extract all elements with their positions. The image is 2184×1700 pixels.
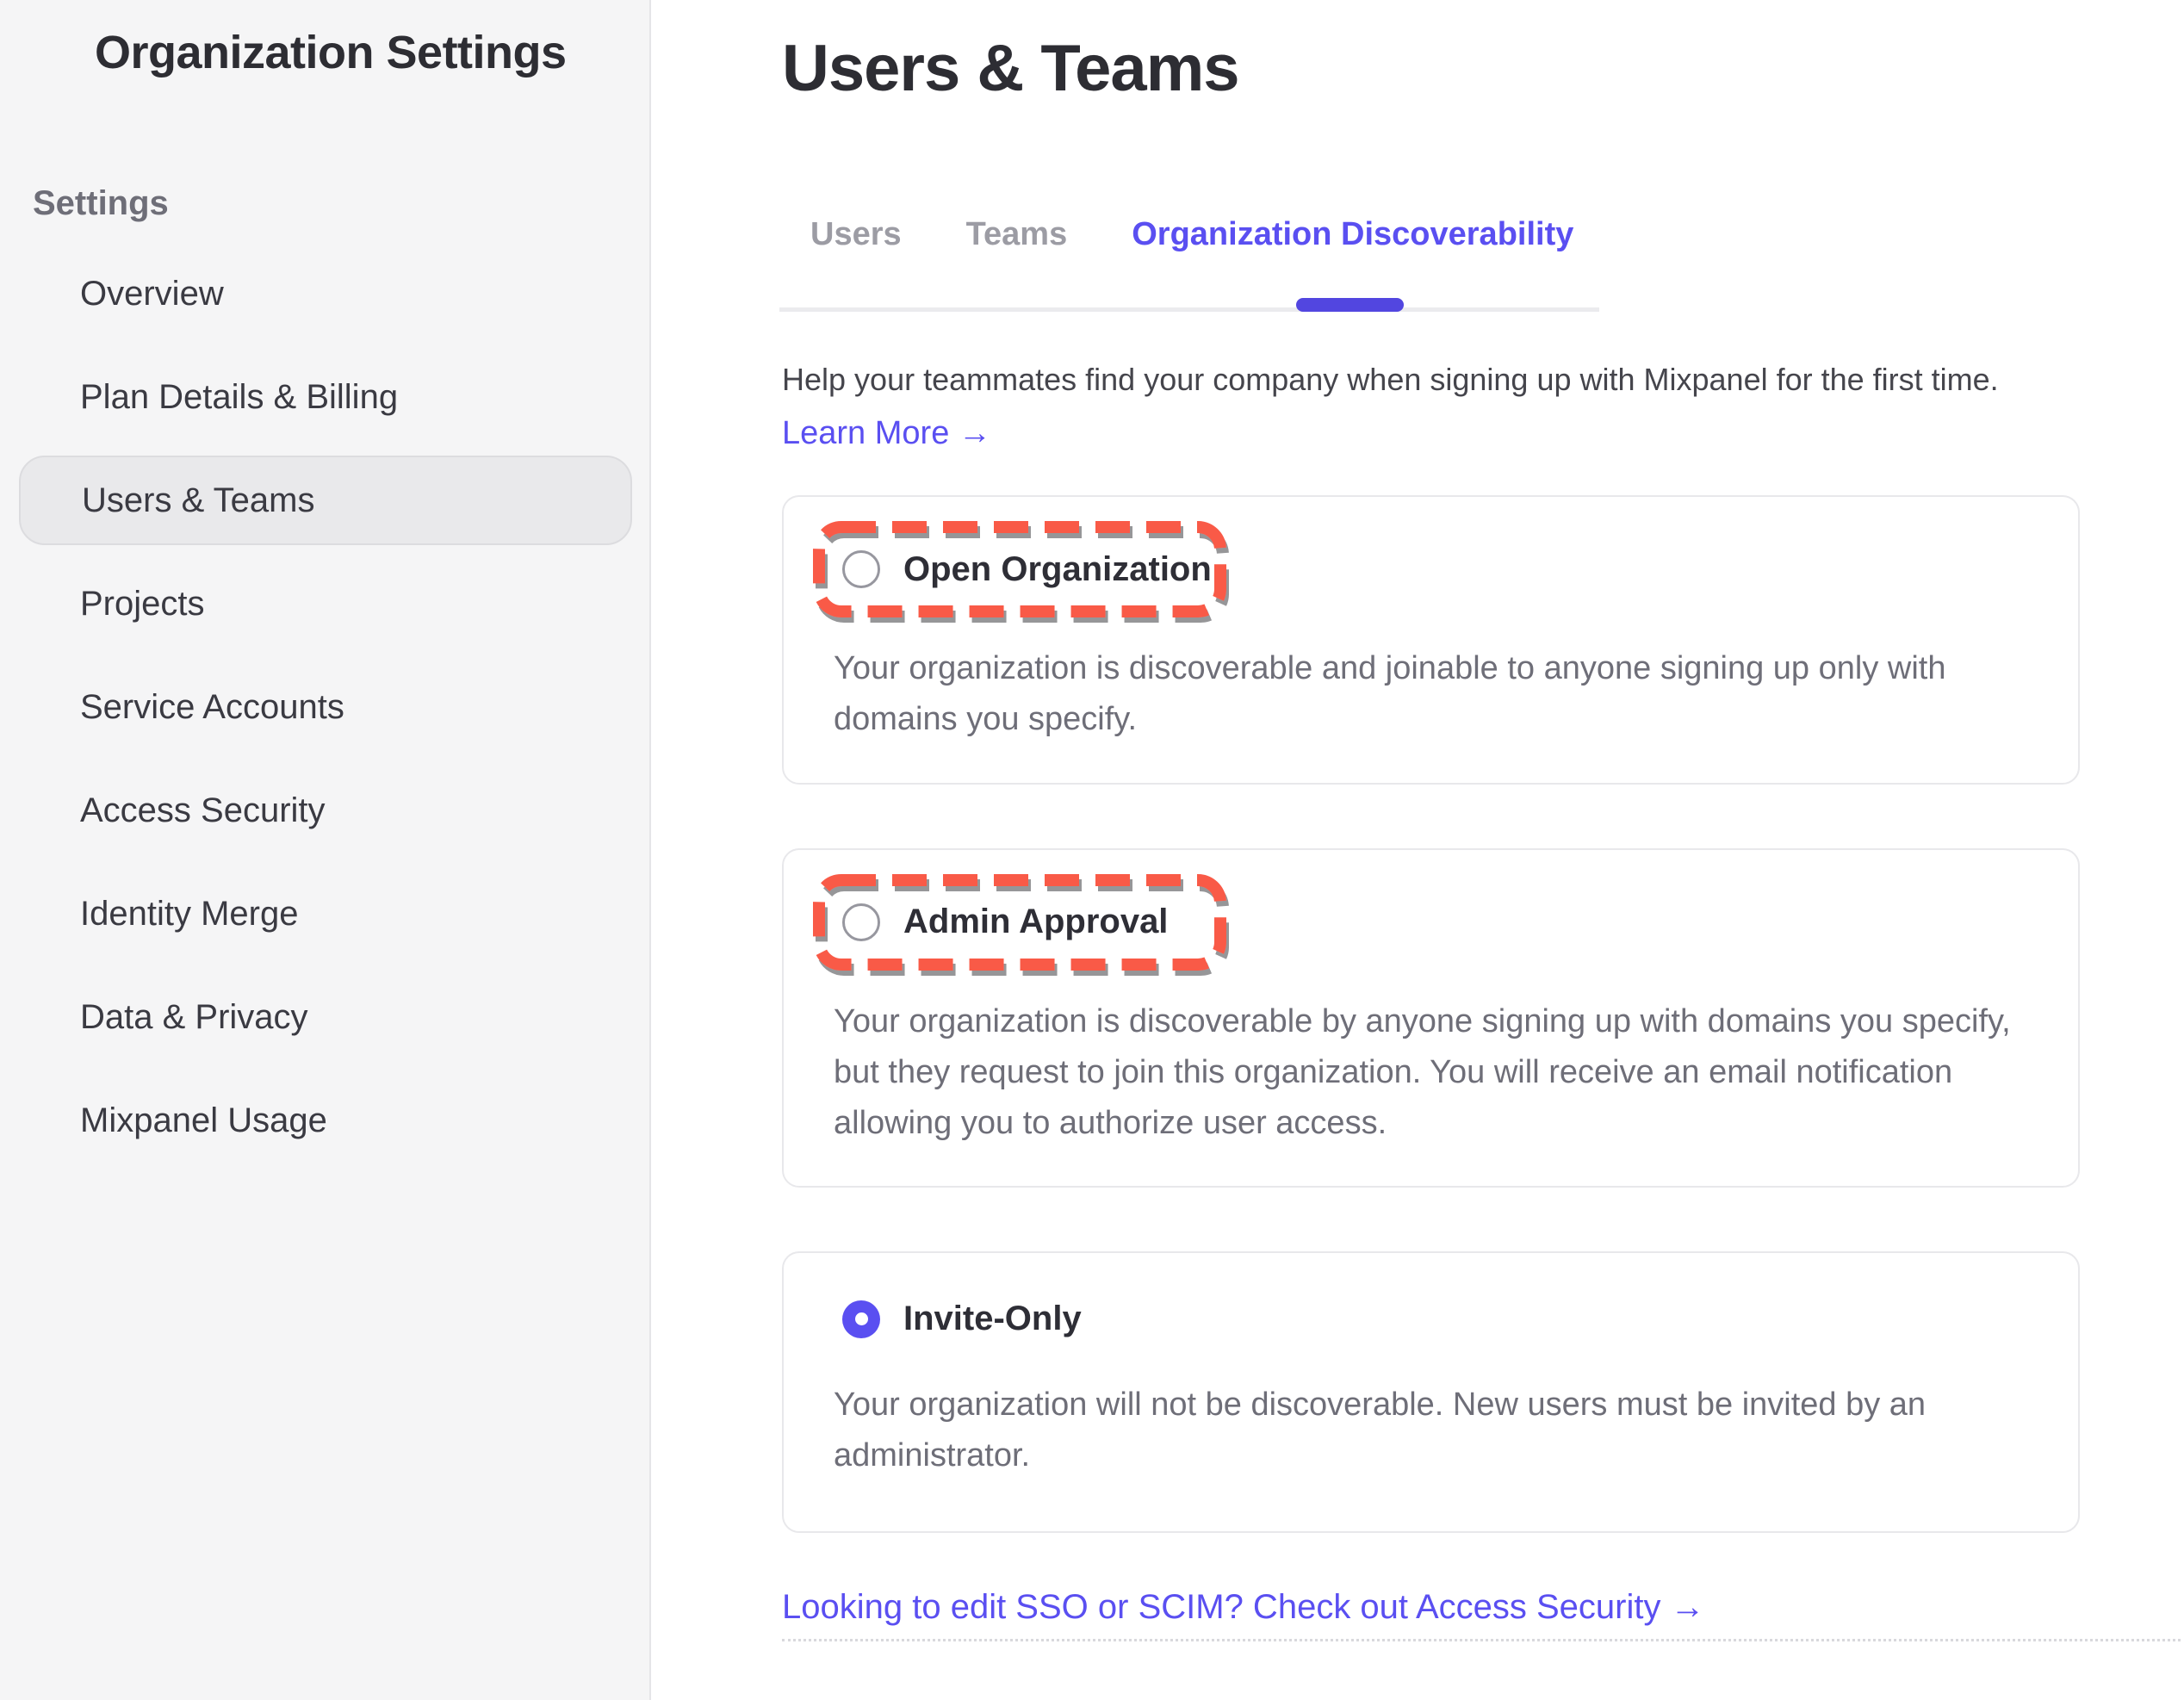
sidebar: Organization Settings Settings Overview … xyxy=(0,0,651,1700)
radio-invite-only[interactable] xyxy=(842,1300,880,1338)
radio-admin-approval[interactable] xyxy=(842,903,880,941)
tab-active-indicator xyxy=(1296,298,1404,312)
option-card-admin-approval: Admin Approval Your organization is disc… xyxy=(782,848,2080,1188)
option-card-invite-only: Invite-Only Your organization will not b… xyxy=(782,1251,2080,1533)
sidebar-item-users-teams[interactable]: Users & Teams xyxy=(19,456,632,545)
tab-bar: Users Teams Organization Discoverability xyxy=(782,216,2184,253)
sidebar-item-service-accounts[interactable]: Service Accounts xyxy=(0,662,649,752)
sidebar-item-identity-merge[interactable]: Identity Merge xyxy=(0,869,649,959)
sidebar-item-plan-details-billing[interactable]: Plan Details & Billing xyxy=(0,352,649,442)
learn-more-link[interactable]: Learn More → xyxy=(782,415,991,452)
sidebar-nav: Overview Plan Details & Billing Users & … xyxy=(0,249,649,1165)
tab-organization-discoverability[interactable]: Organization Discoverability xyxy=(1132,216,1573,253)
tab-teams[interactable]: Teams xyxy=(966,216,1068,253)
bottom-separator xyxy=(782,1639,2181,1641)
sidebar-item-overview[interactable]: Overview xyxy=(0,249,649,338)
option-label-admin-approval: Admin Approval xyxy=(903,903,1168,941)
sidebar-section-label: Settings xyxy=(33,184,649,223)
radio-dot-icon xyxy=(855,1312,868,1325)
page-title: Users & Teams xyxy=(782,31,2184,106)
radio-open-organization[interactable] xyxy=(842,550,880,588)
option-label-open-organization: Open Organization xyxy=(903,550,1212,589)
option-description-admin-approval: Your organization is discoverable by any… xyxy=(834,996,2057,1149)
option-description-open-organization: Your organization is discoverable and jo… xyxy=(834,643,2057,745)
discoverability-options: Open Organization Your organization is d… xyxy=(782,495,2080,1533)
tab-underline-track xyxy=(779,307,1599,312)
access-security-link[interactable]: Looking to edit SSO or SCIM? Check out A… xyxy=(782,1588,1705,1627)
sidebar-item-access-security[interactable]: Access Security xyxy=(0,766,649,855)
tab-underline xyxy=(782,298,1602,312)
highlight-annotation-admin-approval: Admin Approval xyxy=(813,874,1226,971)
intro-text: Help your teammates find your company wh… xyxy=(782,362,2184,398)
option-description-invite-only: Your organization will not be discoverab… xyxy=(834,1380,2057,1481)
sidebar-item-projects[interactable]: Projects xyxy=(0,559,649,648)
sidebar-item-data-privacy[interactable]: Data & Privacy xyxy=(0,972,649,1062)
option-card-open-organization: Open Organization Your organization is d… xyxy=(782,495,2080,785)
option-label-invite-only: Invite-Only xyxy=(903,1300,1082,1338)
main-content: Users & Teams Users Teams Organization D… xyxy=(651,0,2184,1700)
highlight-annotation-open-organization: Open Organization xyxy=(813,521,1226,617)
sidebar-title: Organization Settings xyxy=(95,26,649,79)
tab-users[interactable]: Users xyxy=(810,216,902,253)
sidebar-item-mixpanel-usage[interactable]: Mixpanel Usage xyxy=(0,1076,649,1165)
